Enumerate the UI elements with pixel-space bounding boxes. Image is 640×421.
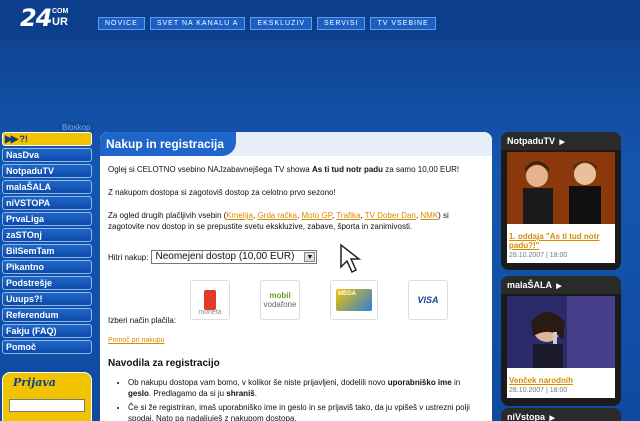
text: . Predlagamo da si ju	[148, 389, 227, 398]
quick-buy: Hitri nakup: Neomejeni dostop (10,00 EUR…	[108, 250, 318, 264]
notpadutv-caption-link[interactable]: 1. oddaja "As ti tud notr padu?!"	[507, 229, 615, 251]
sidebar-item-pomoc[interactable]: Pomoč	[2, 340, 92, 354]
sidebar-item-top[interactable]: ▶▶ ?!	[2, 132, 92, 146]
sidebar-item-nivstopa[interactable]: niVSTOPA	[2, 196, 92, 210]
play-arrow-icon: ▶	[559, 139, 565, 146]
payment-mobil[interactable]: mobil vodafone	[260, 280, 300, 320]
box-title: NotpaduTV	[507, 136, 555, 146]
intro-text: Oglej si CELOTNO vsebino NAJzabavnejšega…	[108, 164, 480, 244]
video-thumbnail[interactable]	[507, 152, 615, 224]
vodafone-label: vodafone	[263, 300, 297, 309]
phone-icon	[204, 290, 216, 310]
notpadutv-box-title[interactable]: NotpaduTV ▶	[501, 132, 621, 150]
sidebar-item-pikantno[interactable]: Pikantno	[2, 260, 92, 274]
notpadutv-box: NotpaduTV ▶ 1. oddaja "As ti tud notr pa…	[501, 132, 621, 270]
text-bold: uporabniško ime	[387, 378, 452, 387]
nivstopa-box-title[interactable]: niVstopa ▶	[501, 408, 621, 421]
box-title: malaŠALA	[507, 280, 552, 290]
text: in	[451, 378, 461, 387]
mouse-cursor-icon	[340, 243, 362, 274]
text-bold: shraniš	[226, 389, 255, 398]
list-item: Ob nakupu dostopa vam bomo, v kolikor še…	[128, 377, 482, 399]
quick-buy-value: Neomejeni dostop (10,00 EUR)	[155, 251, 295, 262]
box-title: niVstopa	[507, 412, 546, 421]
instructions-list: Ob nakupu dostopa vam bomo, v kolikor še…	[128, 377, 482, 421]
sidebar-item-zastonj[interactable]: zaSTOnj	[2, 228, 92, 242]
purchase-help-link[interactable]: Pomoč pri nakupu	[108, 337, 164, 344]
nav-novice[interactable]: NOVICE	[98, 17, 145, 30]
link-grda-racka[interactable]: Grda račka	[257, 211, 297, 220]
double-arrow-icon: ▶▶	[5, 133, 18, 145]
logo-com: COM	[52, 8, 69, 15]
notpadutv-date: 28.10.2007 | 18:00	[509, 252, 568, 259]
page-title: Nakup in registracija	[100, 132, 236, 156]
intro-paragraph: Oglej si CELOTNO vsebino NAJzabavnejšega…	[108, 164, 480, 175]
text: .	[254, 389, 257, 398]
moneta-label: moneta	[198, 309, 222, 316]
link-moto-gp[interactable]: Moto GP	[301, 211, 332, 220]
header: 24 COM UR NOVICE SVET NA KANALU A EKSKLU…	[0, 0, 640, 40]
play-arrow-icon: ▶	[556, 283, 562, 290]
nav-servisi[interactable]: SERVISI	[316, 17, 366, 30]
sidebar: ▶▶ ?! NasDva NotpaduTV malaŠALA niVSTOPA…	[2, 132, 92, 356]
text: Ob nakupu dostopa vam bomo, v kolikor še…	[128, 378, 388, 387]
payment-methods: moneta mobil vodafone MEGA VISA	[190, 280, 448, 320]
sidebar-item-bilsemtam[interactable]: BilSemTam	[2, 244, 92, 258]
logo-ur: UR	[52, 16, 68, 28]
top-nav: NOVICE SVET NA KANALU A EKSKLUZIV SERVIS…	[98, 17, 436, 30]
sidebar-item-uuups[interactable]: Uuups?!	[2, 292, 92, 306]
sidebar-item-referendum[interactable]: Referendum	[2, 308, 92, 322]
sidebar-item-malasala[interactable]: malaŠALA	[2, 180, 92, 194]
link-trafika[interactable]: Trafika	[336, 211, 360, 220]
malasala-box: malaŠALA ▶ Venček narodnih 28.10.2007 | …	[501, 276, 621, 406]
season-paragraph: Z nakupom dostopa si zagotoviš dostop za…	[108, 188, 336, 197]
box-inner: 1. oddaja "As ti tud notr padu?!" 28.10.…	[507, 152, 615, 263]
text: za samo 10,00 EUR!	[383, 165, 460, 174]
list-item: Če si že registriran, imaš uporabniško i…	[128, 402, 482, 421]
malasala-box-title[interactable]: malaŠALA ▶	[501, 276, 621, 294]
sidebar-item-prvaliga[interactable]: PrvaLiga	[2, 212, 92, 226]
nivstopa-box: niVstopa ▶	[501, 408, 621, 421]
nav-svet-na-kanalu-a[interactable]: SVET NA KANALU A	[149, 17, 246, 30]
payment-mega[interactable]: MEGA	[330, 280, 378, 320]
quick-buy-label: Hitri nakup:	[108, 252, 149, 262]
text: Za ogled drugih plačljivih vsebin (	[108, 211, 227, 220]
sidebar-item-label: ?!	[19, 134, 28, 144]
box-inner: Venček narodnih 28.10.2007 | 18:00	[507, 296, 615, 398]
login-title: Prijava	[13, 376, 56, 389]
link-nmk[interactable]: NMK	[420, 211, 438, 220]
link-kmetija[interactable]: Kmetija	[226, 211, 253, 220]
malasala-caption-link[interactable]: Venček narodnih	[507, 373, 615, 386]
chevron-down-icon[interactable]: ▼	[304, 252, 316, 262]
play-arrow-icon: ▶	[549, 415, 555, 421]
choose-payment-label: Izberi način plačila:	[108, 316, 177, 325]
mega-label: MEGA	[338, 291, 356, 297]
sidebar-item-notpadutv[interactable]: NotpaduTV	[2, 164, 92, 178]
main-panel: Nakup in registracija Oglej si CELOTNO v…	[100, 132, 492, 421]
text-bold: geslo	[128, 389, 149, 398]
site-logo[interactable]: 24 COM UR	[20, 4, 72, 34]
card-icon: MEGA	[336, 289, 372, 311]
sidebar-item-podstresje[interactable]: Podstrešje	[2, 276, 92, 290]
text: Oglej si CELOTNO vsebino NAJzabavnejšega…	[108, 165, 312, 174]
mobil-label: mobil	[269, 291, 291, 300]
logo-number: 24	[20, 4, 52, 32]
other-content-paragraph: Za ogled drugih plačljivih vsebin (Kmeti…	[108, 211, 449, 231]
visa-label: VISA	[417, 295, 439, 305]
link-tv-dober-dan[interactable]: TV Dober Dan	[365, 211, 416, 220]
sidebar-item-fakju[interactable]: Fakju (FAQ)	[2, 324, 92, 338]
sidebar-item-nasdva[interactable]: NasDva	[2, 148, 92, 162]
payment-moneta[interactable]: moneta	[190, 280, 230, 320]
nav-tv-vsebine[interactable]: TV VSEBINE	[370, 17, 436, 30]
show-name: As ti tud notr padu	[311, 165, 384, 174]
video-thumbnail[interactable]	[507, 296, 615, 368]
nav-ekskluziv[interactable]: EKSKLUZIV	[250, 17, 312, 30]
payment-visa[interactable]: VISA	[408, 280, 448, 320]
login-box: Prijava	[2, 372, 92, 421]
username-input[interactable]	[9, 399, 85, 412]
malasala-date: 28.10.2007 | 18:00	[509, 387, 568, 394]
registration-instructions-title: Navodila za registracijo	[108, 358, 220, 369]
quick-buy-select[interactable]: Neomejeni dostop (10,00 EUR) ▼	[151, 250, 318, 264]
